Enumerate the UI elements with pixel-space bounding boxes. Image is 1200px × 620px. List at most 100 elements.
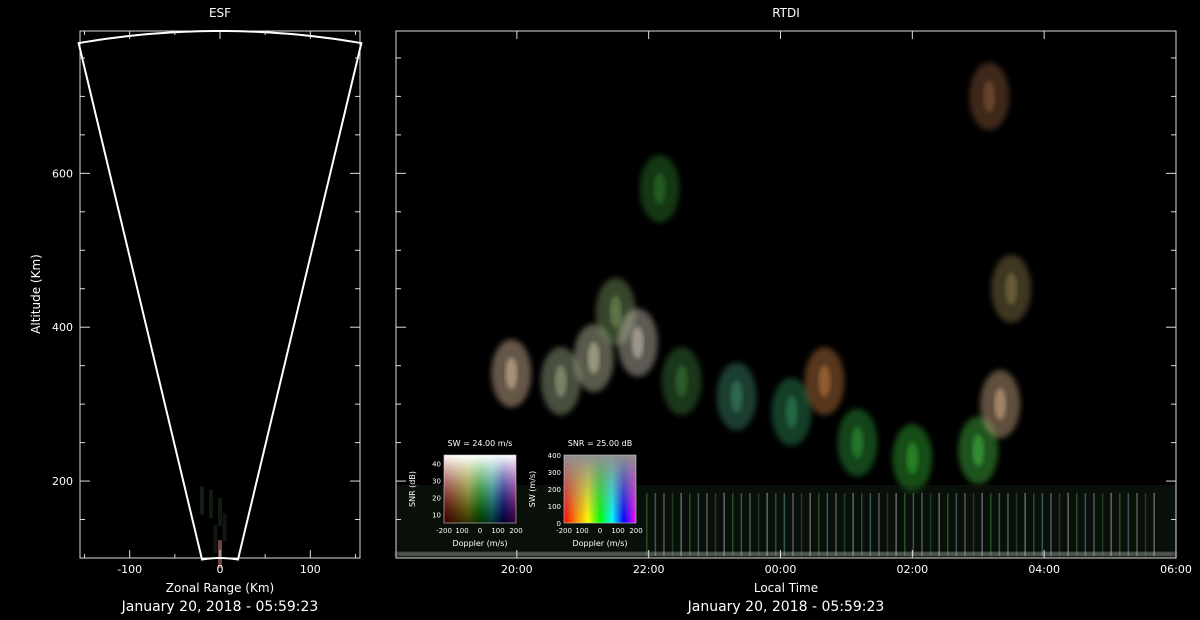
legend-ytick-label: 100 [548, 503, 561, 511]
esf-echo [213, 524, 218, 553]
rtdi-echo-core [818, 365, 831, 398]
rtdi-echo-core [972, 434, 985, 467]
legend-xtick-label: -200 [556, 527, 572, 535]
rtdi-panel: RTDI 20:00 22:00 00:00 02:00 04:00 06:00 Loca… [395, 6, 1192, 615]
esf-footer-date: January 20, 2018 - 05:59:23 [121, 599, 319, 615]
esf-ytick-label: 600 [52, 167, 73, 180]
rtdi-echo-core [609, 295, 622, 328]
rtdi-clutter-streak [654, 492, 657, 556]
esf-echoes [199, 486, 227, 569]
rtdi-clutter-streak [671, 492, 674, 556]
rtdi-clutter-streak [646, 492, 648, 556]
rtdi-clutter-streak [1110, 492, 1112, 556]
legend-snr-xlabel: Doppler (m/s) [572, 539, 627, 548]
rtdi-clutter-streak [895, 492, 897, 556]
esf-ylabel: Altitude (Km) [29, 254, 43, 334]
rtdi-clutter-streak [1084, 492, 1087, 556]
legend-sw-xlabel: Doppler (m/s) [452, 539, 507, 548]
esf-echo [218, 497, 222, 526]
legend-ytick-label: 40 [432, 461, 441, 469]
rtdi-clutter-streak [912, 492, 915, 556]
rtdi-xtick-label: 00:00 [765, 563, 797, 576]
legend-ytick-label: 10 [432, 512, 441, 520]
rtdi-clutter-streak [1058, 492, 1061, 556]
legend-ytick-label: 30 [432, 478, 441, 486]
esf-ytick-label: 400 [52, 321, 73, 334]
rtdi-clutter-streak [680, 492, 682, 556]
rtdi-clutter-streak [706, 492, 708, 556]
legend-xtick-label: 0 [598, 527, 602, 535]
rtdi-clutter-streak [878, 492, 880, 556]
rtdi-clutter-streak [886, 492, 889, 556]
rtdi-echo-core [906, 441, 919, 474]
rtdi-clutter-streak [861, 492, 863, 556]
chart-canvas: ESF -100 0 100200400600 Zonal Range (Km) A… [29, 6, 1192, 615]
legend-xtick-label: 200 [509, 527, 522, 535]
rtdi-clutter-streak [714, 492, 717, 556]
rtdi-echo-core [653, 172, 666, 205]
rtdi-clutter-streak [697, 492, 700, 556]
rtdi-clutter-streak [1127, 492, 1130, 556]
rtdi-title: RTDI [772, 6, 800, 20]
legend-sw-darken [444, 455, 516, 523]
rtdi-clutter-streak [723, 492, 725, 556]
rtdi-clutter-streak [809, 492, 811, 556]
esf-ticks: -100 0 100 200 400 600 [52, 31, 360, 576]
legend-xtick-label: 100 [575, 527, 588, 535]
legend-sw-ylabel: SNR (dB) [408, 471, 417, 507]
rtdi-clutter-streak [852, 492, 854, 556]
rtdi-clutter-streak [826, 492, 829, 556]
rtdi-clutter-streak [740, 492, 743, 556]
rtdi-xlabel: Local Time [754, 581, 818, 595]
legend-ytick-label: 300 [548, 469, 561, 477]
esf-echo [222, 513, 227, 542]
rtdi-clutter-streak [947, 492, 949, 556]
legend-ytick-label: 400 [548, 452, 561, 460]
legend-xtick-label: 100 [455, 527, 468, 535]
legend-xtick-label: 100 [491, 527, 504, 535]
rtdi-clutter-streak [1093, 492, 1095, 556]
legend-xtick-label: 0 [478, 527, 482, 535]
rtdi-clutter-streak [1153, 492, 1155, 556]
rtdi-clutter-streak [1033, 492, 1035, 556]
rtdi-clutter-streak [1067, 492, 1069, 556]
esf-xtick-label: -100 [117, 563, 142, 576]
esf-echo [199, 486, 204, 515]
rtdi-clutter-streak [1041, 492, 1044, 556]
legend-ytick-label: 20 [432, 495, 441, 503]
rtdi-xtick-label: 22:00 [633, 563, 665, 576]
rtdi-clutter-streak [869, 492, 872, 556]
esf-xtick-label: 0 [217, 563, 224, 576]
legend-snr-title: SNR = 25.00 dB [568, 439, 632, 448]
rtdi-clutter-streak [749, 492, 751, 556]
rtdi-clutter-streak [1050, 492, 1052, 556]
rtdi-clutter-streak [766, 492, 768, 556]
esf-xlabel: Zonal Range (Km) [166, 581, 274, 595]
rtdi-echo-core [505, 357, 518, 390]
rtdi-echo-core [1005, 272, 1018, 305]
rtdi-clutter-streak [1119, 492, 1121, 556]
rtdi-echo-core [851, 426, 864, 459]
rtdi-clutter-streak [929, 492, 932, 556]
rtdi-clutter-streak [904, 492, 906, 556]
rtdi-clutter-streak [955, 492, 958, 556]
rtdi-clutter-streak [663, 492, 665, 556]
rtdi-clutter-streak [1076, 492, 1078, 556]
rtdi-xtick-label: 06:00 [1160, 563, 1192, 576]
legend-snr-graywash [564, 455, 636, 523]
rtdi-clutter-streak [792, 492, 794, 556]
legend-ytick-label: 200 [548, 486, 561, 494]
legend-sw-xticks: -200 100 0 100 200 [436, 527, 523, 535]
rtdi-clutter-streak [783, 492, 786, 556]
rtdi-clutter-streak [990, 492, 992, 556]
esf-plot-frame [79, 30, 361, 559]
esf-panel: ESF -100 0 100 200 400 600 Zonal Range (Km) A… [29, 6, 363, 615]
rtdi-clutter-streak [1144, 492, 1147, 556]
esf-title: ESF [209, 6, 231, 20]
rtdi-clutter-streak [843, 492, 846, 556]
rtdi-echo-core [587, 341, 600, 374]
rtdi-clutter-streak [1136, 492, 1138, 556]
rtdi-echo-core [983, 80, 996, 113]
rtdi-clutter-streak [1015, 492, 1018, 556]
rtdi-xtick-label: 02:00 [896, 563, 928, 576]
